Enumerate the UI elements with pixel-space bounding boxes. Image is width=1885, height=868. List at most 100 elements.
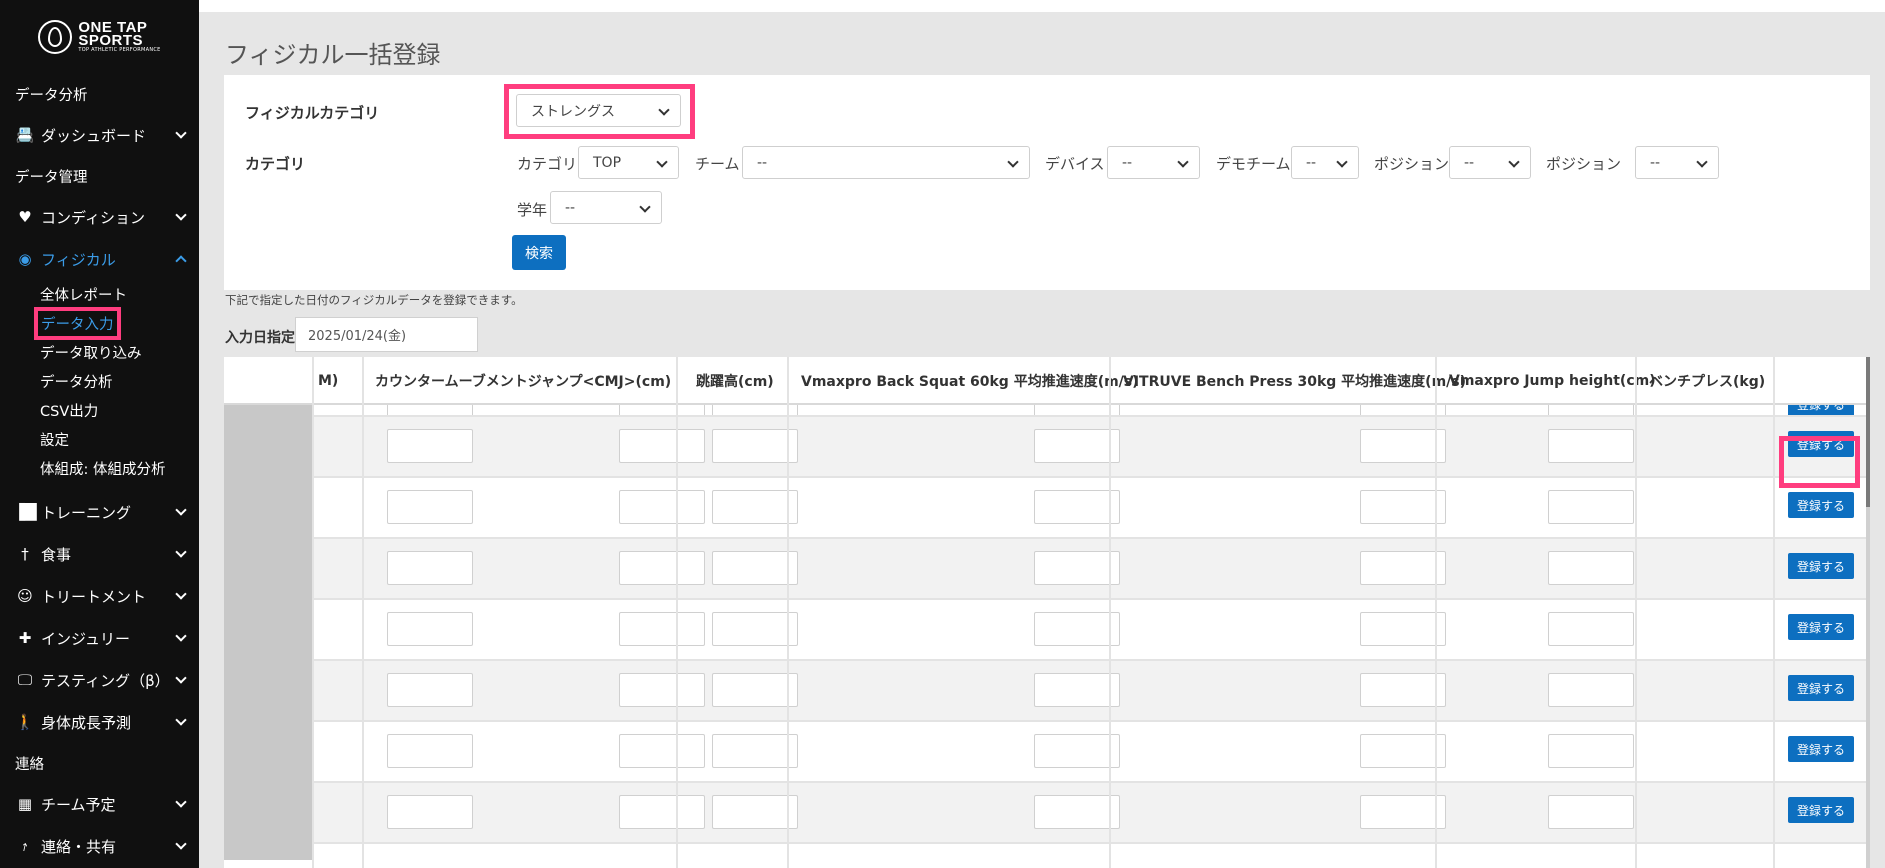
submenu-item-body-composition[interactable]: 体組成: 体組成分析	[0, 454, 199, 483]
search-button[interactable]: 検索	[512, 235, 566, 270]
sidebar-item-label: テスティング（β）	[41, 671, 170, 690]
sidebar-item-condition[interactable]: ♥ コンディション	[0, 196, 199, 238]
submenu-item-data-import[interactable]: データ取り込み	[0, 338, 199, 367]
physical-submenu: 全体レポート データ入力 データ取り込み データ分析 CSV出力 設定 体組成:…	[0, 280, 199, 483]
position2-select[interactable]: --	[1635, 146, 1719, 179]
value-input[interactable]	[1360, 795, 1446, 829]
data-table: M) カウンタームーブメントジャンプ<CMJ>(cm) 跳躍高(cm) Vmax…	[224, 357, 1870, 868]
register-button[interactable]: 登録する	[1788, 614, 1854, 640]
value-input[interactable]	[619, 429, 705, 463]
sidebar-item-contact-share[interactable]: ⭎ 連絡・共有	[0, 825, 199, 867]
column-divider	[1635, 357, 1637, 868]
brand-tagline: TOP ATHLETIC PERFORMANCE	[78, 46, 161, 53]
value-input[interactable]	[1360, 673, 1446, 707]
value-input[interactable]	[712, 612, 798, 646]
date-input[interactable]: 2025/01/24(金)	[295, 317, 478, 352]
sidebar-item-physical[interactable]: ◉ フィジカル	[0, 238, 199, 280]
sidebar-item-meal[interactable]: † 食事	[0, 533, 199, 575]
value-input[interactable]	[1034, 429, 1120, 463]
register-button[interactable]: 登録する	[1788, 492, 1854, 518]
register-button[interactable]: 登録する	[1788, 553, 1854, 579]
brand-logo[interactable]: ONE TAP SPORTS TOP ATHLETIC PERFORMANCE	[0, 0, 199, 74]
value-input[interactable]	[387, 673, 473, 707]
value-input[interactable]	[619, 490, 705, 524]
value-input[interactable]	[1034, 405, 1120, 415]
value-input[interactable]	[1034, 551, 1120, 585]
value-input[interactable]	[712, 551, 798, 585]
value-input[interactable]	[1034, 490, 1120, 524]
value-input[interactable]	[387, 405, 473, 415]
register-button[interactable]: 登録する	[1788, 405, 1854, 415]
team-select[interactable]: --	[742, 146, 1030, 179]
value-input[interactable]	[712, 673, 798, 707]
value-input[interactable]	[1548, 490, 1634, 524]
growth-icon: 🚶	[15, 713, 35, 731]
value-input[interactable]	[1360, 734, 1446, 768]
position-label: ポジション	[1374, 155, 1450, 173]
sidebar-item-team-schedule[interactable]: ▦ チーム予定	[0, 783, 199, 825]
value-input[interactable]	[712, 795, 798, 829]
demo-team-select[interactable]: --	[1291, 146, 1359, 179]
sidebar-item-testing[interactable]: 🖵 テスティング（β）	[0, 659, 199, 701]
value-input[interactable]	[387, 795, 473, 829]
submenu-item-csv-export[interactable]: CSV出力	[0, 396, 199, 425]
value-input[interactable]	[1360, 490, 1446, 524]
register-button[interactable]: 登録する	[1788, 797, 1854, 823]
value-input[interactable]	[712, 405, 798, 415]
value-input[interactable]	[1360, 429, 1446, 463]
sidebar-item-dashboard[interactable]: 📇 ダッシュボード	[0, 114, 199, 156]
sidebar-item-label: チーム予定	[41, 795, 116, 814]
team-label: チーム	[695, 155, 740, 173]
value-input[interactable]	[1034, 612, 1120, 646]
value-input[interactable]	[1034, 673, 1120, 707]
category-select[interactable]: TOP	[578, 146, 679, 179]
register-button[interactable]: 登録する	[1788, 675, 1854, 701]
value-input[interactable]	[712, 429, 798, 463]
value-input[interactable]	[1548, 673, 1634, 707]
submenu-item-data-input[interactable]: データ入力	[0, 307, 199, 340]
grade-select[interactable]: --	[550, 191, 662, 224]
value-input[interactable]	[712, 734, 798, 768]
value-input[interactable]	[387, 490, 473, 524]
position-select[interactable]: --	[1449, 146, 1531, 179]
first-aid-icon: ✚	[18, 629, 32, 647]
value-input[interactable]	[619, 734, 705, 768]
value-input[interactable]	[619, 612, 705, 646]
value-input[interactable]	[1034, 734, 1120, 768]
value-input[interactable]	[387, 429, 473, 463]
chevron-down-icon	[1177, 156, 1189, 168]
value-input[interactable]	[387, 734, 473, 768]
value-input[interactable]	[1034, 795, 1120, 829]
value-input[interactable]	[619, 405, 705, 415]
value-input[interactable]	[1360, 405, 1446, 415]
chevron-down-icon	[175, 714, 187, 726]
sidebar-item-growth[interactable]: 🚶 身体成長予測	[0, 701, 199, 743]
filter-panel	[224, 75, 1870, 290]
value-input[interactable]	[387, 551, 473, 585]
value-input[interactable]	[1360, 551, 1446, 585]
sidebar: ONE TAP SPORTS TOP ATHLETIC PERFORMANCE …	[0, 0, 199, 868]
submenu-item-overall-report[interactable]: 全体レポート	[0, 280, 199, 309]
chevron-down-icon	[175, 838, 187, 850]
value-input[interactable]	[619, 673, 705, 707]
value-input[interactable]	[1548, 551, 1634, 585]
value-input[interactable]	[619, 551, 705, 585]
value-input[interactable]	[712, 490, 798, 524]
scrollbar-thumb[interactable]	[1866, 357, 1870, 507]
sidebar-item-training[interactable]: ▐█ トレーニング	[0, 491, 199, 533]
sidebar-item-injury[interactable]: ✚ インジュリー	[0, 617, 199, 659]
device-select[interactable]: --	[1107, 146, 1200, 179]
value-input[interactable]	[387, 612, 473, 646]
value-input[interactable]	[1548, 795, 1634, 829]
submenu-item-data-analysis[interactable]: データ分析	[0, 367, 199, 396]
value-input[interactable]	[619, 795, 705, 829]
value-input[interactable]	[1548, 734, 1634, 768]
value-input[interactable]	[1548, 429, 1634, 463]
submenu-item-settings[interactable]: 設定	[0, 425, 199, 454]
value-input[interactable]	[1548, 405, 1634, 415]
value-input[interactable]	[1360, 612, 1446, 646]
value-input[interactable]	[1548, 612, 1634, 646]
sidebar-item-treatment[interactable]: ☺ トリートメント	[0, 575, 199, 617]
column-header: 跳躍高(cm)	[696, 374, 774, 390]
register-button[interactable]: 登録する	[1788, 736, 1854, 762]
